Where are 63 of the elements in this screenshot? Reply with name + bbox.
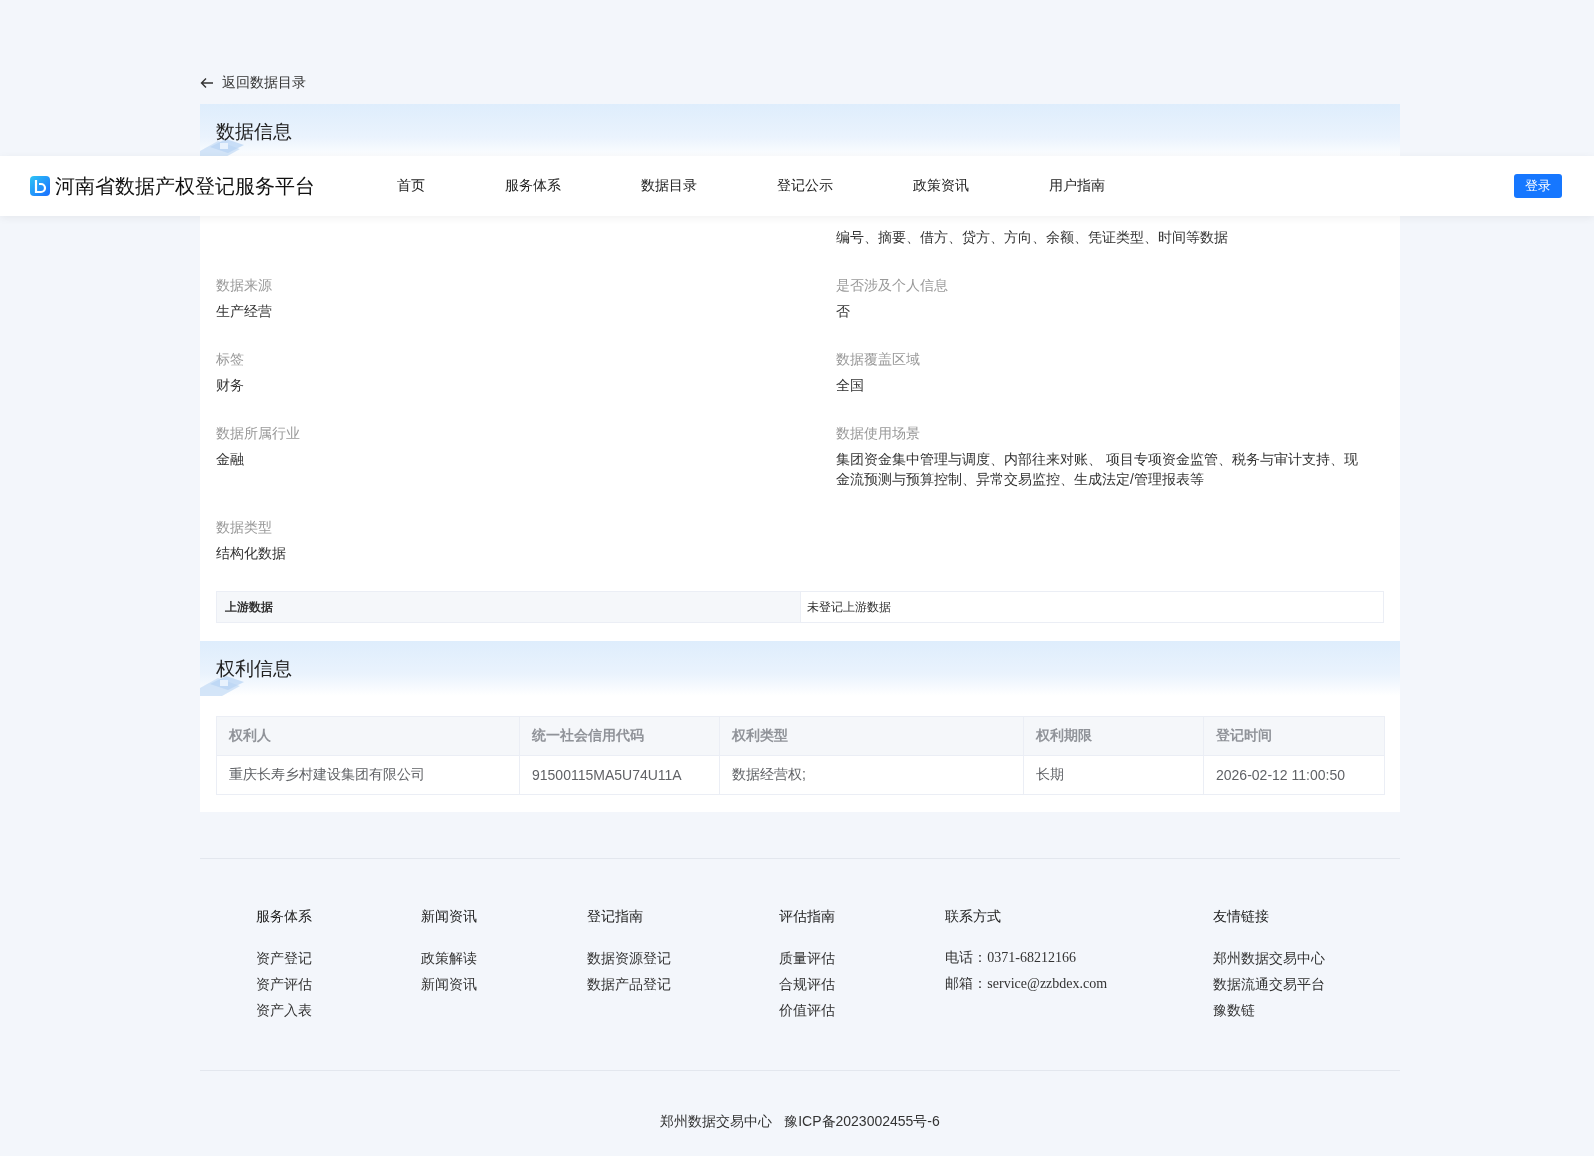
field-value: 集团资金集中管理与调度、内部往来对账、 项目专项资金监管、税务与审计支持、现金流预测与预算控制、异常交易监控、生成法定/管理报表等 <box>836 450 1359 489</box>
footer-link[interactable]: 资产入表 <box>256 997 421 1023</box>
column-header: 统一社会信用代码 <box>519 716 720 756</box>
nav-item[interactable]: 服务体系 <box>505 177 561 195</box>
section-title: 数据信息 <box>216 119 292 144</box>
footer-heading: 评估指南 <box>779 907 837 925</box>
footer-link[interactable]: 价值评估 <box>779 997 946 1023</box>
footer-heading: 友情链接 <box>1213 907 1271 925</box>
footer-link[interactable]: 数据资源登记 <box>586 945 780 971</box>
upstream-label: 上游数据 <box>217 592 801 622</box>
footer-link[interactable]: 郑州数据交易中心 <box>1213 945 1400 971</box>
footer-heading: 新闻资讯 <box>420 907 478 925</box>
platform-title: 河南省数据产权登记服务平台 <box>55 173 315 199</box>
table-cell: 91500115MA5U74U11A <box>519 755 720 795</box>
upstream-value: 未登记上游数据 <box>806 598 892 616</box>
contact-info: 电话：0371-68212166 <box>945 949 1077 967</box>
nav-item[interactable]: 首页 <box>397 177 425 195</box>
footer-link[interactable]: 资产登记 <box>256 945 421 971</box>
column-header: 权利类型 <box>719 716 1024 756</box>
footer-heading: 联系方式 <box>945 907 1003 925</box>
field-label: 是否涉及个人信息 <box>836 276 949 295</box>
section-title: 权利信息 <box>216 656 292 681</box>
footer-link[interactable]: 数据流通交易平台 <box>1213 971 1400 997</box>
footer-link[interactable]: 新闻资讯 <box>420 971 587 997</box>
login-button[interactable]: 登录 <box>1514 174 1562 198</box>
field-value: 全国 <box>836 376 865 395</box>
footer-heading: 服务体系 <box>256 907 313 925</box>
field-label: 数据覆盖区域 <box>836 350 921 369</box>
field-label: 数据所属行业 <box>216 424 301 443</box>
field-value: 编号、摘要、借方、贷方、方向、余额、凭证类型、时间等数据 <box>836 228 1229 247</box>
nav-item[interactable]: 用户指南 <box>1049 177 1105 195</box>
field-value: 结构化数据 <box>216 544 287 563</box>
footer-link[interactable]: 豫数链 <box>1213 997 1400 1023</box>
copyright-text: 豫ICP备2023002455号-6 <box>784 1113 940 1131</box>
table-cell: 重庆长寿乡村建设集团有限公司 <box>216 755 520 795</box>
field-value: 财务 <box>216 376 245 395</box>
field-label: 数据类型 <box>216 518 273 537</box>
copyright-text: 郑州数据交易中心 <box>660 1113 773 1131</box>
field-label: 标签 <box>216 350 245 369</box>
column-header: 权利人 <box>216 716 520 756</box>
field-value: 金融 <box>216 450 245 469</box>
nav-item[interactable]: 登记公示 <box>777 177 833 195</box>
back-arrow-icon <box>200 77 214 89</box>
table-cell: 长期 <box>1023 755 1204 795</box>
back-link[interactable]: 返回数据目录 <box>200 72 306 94</box>
nav-item[interactable]: 数据目录 <box>641 177 697 195</box>
footer-heading: 登记指南 <box>586 907 644 925</box>
field-value: 否 <box>836 302 851 321</box>
logo-icon <box>30 176 50 196</box>
contact-info: 邮箱：service@zzbdex.com <box>945 975 1109 993</box>
column-header: 权利期限 <box>1023 716 1204 756</box>
table-cell: 数据经营权; <box>719 755 1024 795</box>
nav-item[interactable]: 政策资讯 <box>913 177 969 195</box>
footer-link[interactable]: 质量评估 <box>779 945 946 971</box>
field-label: 数据使用场景 <box>836 424 921 443</box>
column-header: 登记时间 <box>1203 716 1385 756</box>
table-cell: 2026-02-12 11:00:50 <box>1203 755 1385 795</box>
footer-link[interactable]: 资产评估 <box>256 971 421 997</box>
footer-link[interactable]: 数据产品登记 <box>586 971 780 997</box>
footer-link[interactable]: 合规评估 <box>779 971 946 997</box>
field-value: 生产经营 <box>216 302 273 321</box>
footer-link[interactable]: 政策解读 <box>420 945 587 971</box>
field-label: 数据来源 <box>216 276 273 295</box>
